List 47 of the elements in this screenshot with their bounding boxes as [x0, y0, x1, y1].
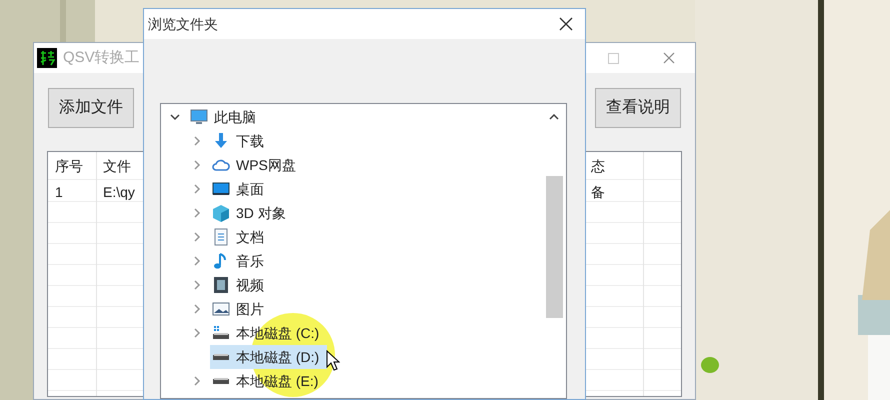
tree-item[interactable]: 文档: [210, 225, 272, 249]
app-logo-icon: [37, 48, 57, 68]
close-icon[interactable]: [559, 17, 573, 31]
system-drive-icon: [212, 324, 230, 342]
video-icon: [212, 276, 230, 294]
tree-item[interactable]: WPS网盘: [210, 153, 304, 177]
download-icon: [212, 132, 230, 150]
image-icon: [212, 300, 230, 318]
expand-chevron-icon[interactable]: [192, 280, 202, 290]
scroll-up-icon[interactable]: [549, 114, 559, 120]
dialog-title: 浏览文件夹: [148, 14, 218, 34]
expand-chevron-icon[interactable]: [192, 376, 202, 386]
scrollbar-thumb[interactable]: [546, 176, 562, 318]
expand-chevron-icon[interactable]: [192, 304, 202, 314]
drive-icon: [212, 354, 230, 360]
table-cell-text: 备: [591, 183, 605, 202]
expand-chevron-icon[interactable]: [192, 256, 202, 266]
window-title: QSV转换工: [63, 48, 140, 68]
pointer-icon: [326, 350, 340, 371]
tree-item[interactable]: 视频: [210, 273, 272, 297]
maximize-icon[interactable]: [608, 52, 619, 64]
tree-item[interactable]: 图片: [210, 297, 272, 321]
expand-chevron-icon[interactable]: [192, 328, 202, 338]
tree-item[interactable]: 3D 对象: [210, 201, 294, 225]
tree-item[interactable]: 本地磁盘 (D:): [210, 345, 328, 369]
desktop-icon: [212, 180, 230, 198]
drive-icon: [212, 378, 230, 384]
collapse-chevron-icon[interactable]: [170, 112, 180, 122]
column-header: 态: [591, 157, 605, 176]
expand-chevron-icon[interactable]: [192, 160, 202, 170]
pc-icon: [190, 108, 208, 126]
column-header: 序号: [55, 157, 83, 176]
column-header: 文件: [103, 157, 131, 176]
tree-item[interactable]: 此电脑: [188, 105, 264, 129]
expand-chevron-icon[interactable]: [192, 208, 202, 218]
expand-chevron-icon[interactable]: [192, 184, 202, 194]
view-help-button[interactable]: 查看说明: [595, 88, 681, 128]
cube-icon: [212, 204, 230, 222]
tree-item[interactable]: 音乐: [210, 249, 272, 273]
tree-item[interactable]: 桌面: [210, 177, 272, 201]
expand-chevron-icon[interactable]: [192, 232, 202, 242]
expand-chevron-icon[interactable]: [192, 136, 202, 146]
table-cell-text: E:\qy: [103, 183, 135, 202]
document-icon: [212, 228, 230, 246]
table-cell-text: 1: [55, 183, 63, 202]
add-file-button[interactable]: 添加文件: [48, 88, 134, 128]
tree-item[interactable]: 下载: [210, 129, 272, 153]
